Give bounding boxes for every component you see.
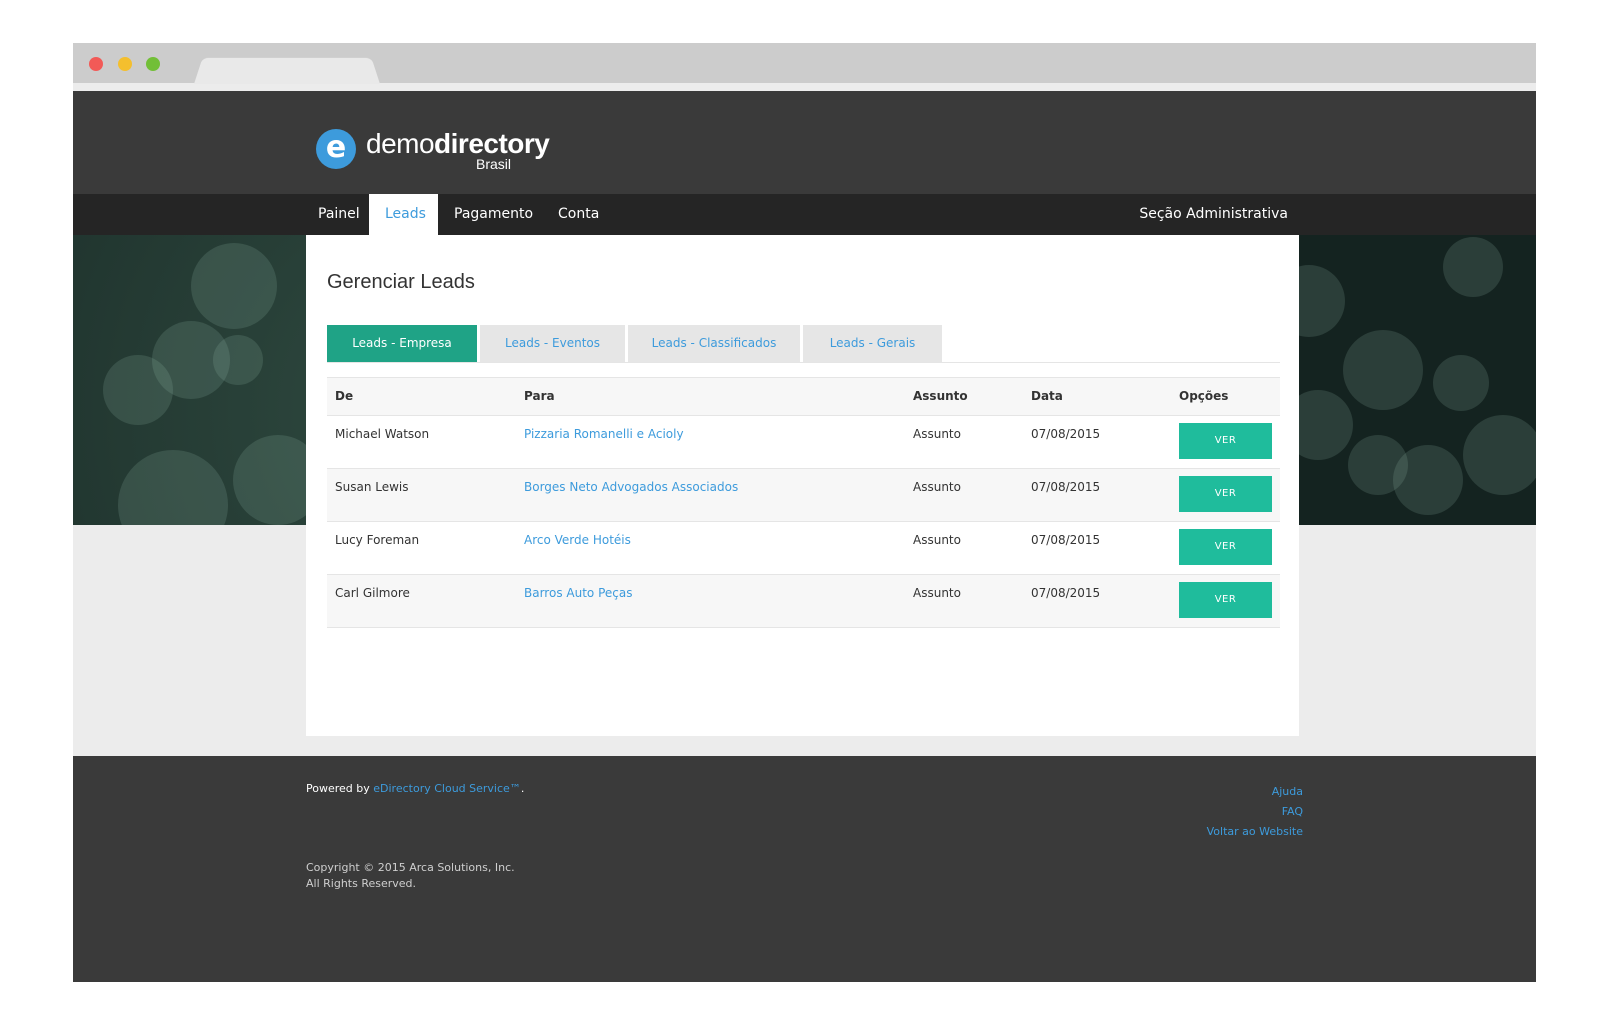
table-header: De Para Assunto Data Opções xyxy=(327,377,1280,416)
browser-chrome xyxy=(73,43,1536,84)
site-footer: Powered by eDirectory Cloud Service™. Aj… xyxy=(73,756,1536,982)
lead-from: Susan Lewis xyxy=(335,480,409,494)
logo-wordmark: demodirectory xyxy=(366,128,550,160)
lead-subject: Assunto xyxy=(913,533,961,547)
lead-to-link[interactable]: Barros Auto Peças xyxy=(524,586,632,600)
bokeh-circle xyxy=(1343,330,1423,410)
tab-leads-eventos[interactable]: Leads - Eventos xyxy=(480,325,625,362)
lead-from: Michael Watson xyxy=(335,427,430,441)
nav-item-painel[interactable]: Painel xyxy=(302,194,376,235)
lead-to-link[interactable]: Arco Verde Hotéis xyxy=(524,533,631,547)
powered-by: Powered by eDirectory Cloud Service™. xyxy=(306,782,524,795)
bokeh-circle xyxy=(1443,237,1503,297)
lead-from: Carl Gilmore xyxy=(335,586,410,600)
logo-name-bold: directory xyxy=(434,128,550,159)
nav-item-leads[interactable]: Leads xyxy=(369,194,438,235)
view-lead-button[interactable]: VER xyxy=(1179,423,1272,459)
view-lead-button[interactable]: VER xyxy=(1179,529,1272,565)
bokeh-circle xyxy=(103,355,173,425)
table-row: Carl Gilmore Barros Auto Peças Assunto 0… xyxy=(327,575,1280,628)
logo-name-light: demo xyxy=(366,128,435,159)
view-lead-button[interactable]: VER xyxy=(1179,582,1272,618)
column-header-assunto: Assunto xyxy=(913,389,968,403)
copyright-line: Copyright © 2015 Arca Solutions, Inc. xyxy=(306,861,515,874)
page-title: Gerenciar Leads xyxy=(327,271,475,293)
minimize-window-icon[interactable] xyxy=(118,57,132,71)
column-header-de: De xyxy=(335,389,354,403)
lead-subject: Assunto xyxy=(913,586,961,600)
footer-link-voltar[interactable]: Voltar ao Website xyxy=(1207,822,1303,842)
powered-by-link[interactable]: eDirectory Cloud Service™ xyxy=(373,782,521,795)
tab-leads-classificados[interactable]: Leads - Classificados xyxy=(628,325,800,362)
leads-table: De Para Assunto Data Opções Michael Wats… xyxy=(327,377,1280,628)
tab-leads-empresa[interactable]: Leads - Empresa xyxy=(327,325,477,362)
table-row: Lucy Foreman Arco Verde Hotéis Assunto 0… xyxy=(327,522,1280,575)
lead-date: 07/08/2015 xyxy=(1031,586,1101,600)
lead-subject: Assunto xyxy=(913,480,961,494)
main-content: Gerenciar Leads Leads - Empresa Leads - … xyxy=(306,235,1299,736)
footer-links: Ajuda FAQ Voltar ao Website xyxy=(1207,782,1303,842)
lead-to-link[interactable]: Borges Neto Advogados Associados xyxy=(524,480,738,494)
bokeh-circle xyxy=(1463,415,1536,495)
table-row: Susan Lewis Borges Neto Advogados Associ… xyxy=(327,469,1280,522)
bokeh-circle xyxy=(1393,445,1463,515)
lead-subject: Assunto xyxy=(913,427,961,441)
nav-item-conta[interactable]: Conta xyxy=(542,194,615,235)
bokeh-circle xyxy=(1433,355,1489,411)
lead-date: 07/08/2015 xyxy=(1031,480,1101,494)
browser-tab[interactable] xyxy=(194,57,380,84)
nav-item-pagamento[interactable]: Pagamento xyxy=(438,194,549,235)
bokeh-circle xyxy=(213,335,263,385)
logo-icon: e xyxy=(316,129,356,169)
powered-by-prefix: Powered by xyxy=(306,782,374,795)
leads-tabs: Leads - Empresa Leads - Eventos Leads - … xyxy=(327,325,1280,363)
lead-to-link[interactable]: Pizzaria Romanelli e Acioly xyxy=(524,427,684,441)
maximize-window-icon[interactable] xyxy=(146,57,160,71)
close-window-icon[interactable] xyxy=(89,57,103,71)
table-row: Michael Watson Pizzaria Romanelli e Acio… xyxy=(327,416,1280,469)
lead-date: 07/08/2015 xyxy=(1031,427,1101,441)
logo-subtitle: Brasil xyxy=(476,156,512,172)
lead-date: 07/08/2015 xyxy=(1031,533,1101,547)
main-nav: Painel Leads Pagamento Conta Seção Admin… xyxy=(73,194,1536,235)
footer-link-ajuda[interactable]: Ajuda xyxy=(1207,782,1303,802)
column-header-data: Data xyxy=(1031,389,1063,403)
rights-line: All Rights Reserved. xyxy=(306,877,417,890)
bokeh-circle xyxy=(191,243,277,329)
tab-leads-gerais[interactable]: Leads - Gerais xyxy=(803,325,942,362)
lead-from: Lucy Foreman xyxy=(335,533,420,547)
view-lead-button[interactable]: VER xyxy=(1179,476,1272,512)
powered-by-suffix: . xyxy=(520,782,525,795)
bokeh-circle xyxy=(118,450,228,525)
nav-admin-link[interactable]: Seção Administrativa xyxy=(1139,194,1288,235)
browser-window: e demodirectory Brasil Painel Leads Paga… xyxy=(73,43,1536,982)
copyright: Copyright © 2015 Arca Solutions, Inc. Al… xyxy=(306,860,515,892)
column-header-opcoes: Opções xyxy=(1179,389,1229,403)
column-header-para: Para xyxy=(524,389,555,403)
footer-link-faq[interactable]: FAQ xyxy=(1207,802,1303,822)
site-header: e demodirectory Brasil xyxy=(73,91,1536,194)
